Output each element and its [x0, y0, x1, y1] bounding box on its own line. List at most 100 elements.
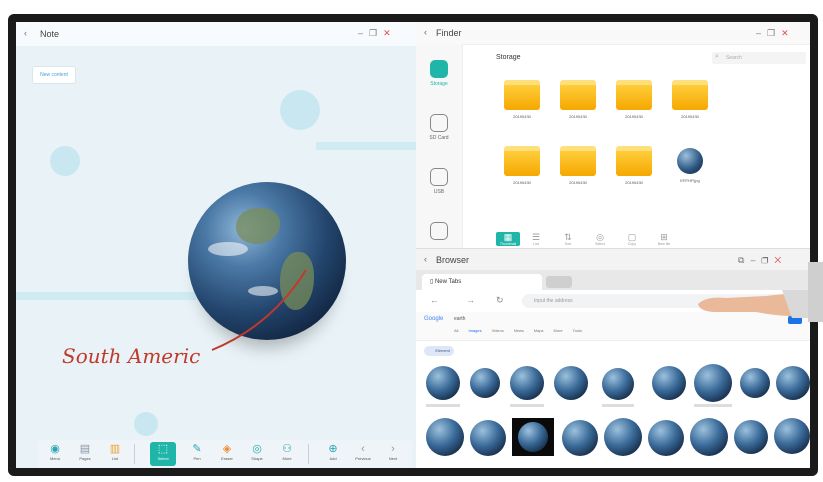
- sidebar-item-storage[interactable]: Storage: [422, 60, 456, 87]
- close-icon[interactable]: ✕: [383, 28, 397, 38]
- image-result[interactable]: [426, 418, 464, 456]
- search-tab-all[interactable]: All: [454, 328, 458, 333]
- image-result[interactable]: [510, 366, 544, 400]
- browser-tab[interactable]: ▯ New Tabs: [422, 274, 542, 290]
- window-controls: –❐✕: [358, 28, 397, 39]
- tool-label: Copy: [627, 242, 637, 246]
- image-result[interactable]: [554, 366, 588, 400]
- image-result[interactable]: [470, 368, 500, 398]
- add-page-button[interactable]: ⊕ Add: [320, 442, 346, 466]
- breadcrumb[interactable]: Storage: [496, 54, 521, 61]
- display-bezel: ‹ Note –❐✕ New content South Americ ◉ Men…: [8, 14, 818, 476]
- image-result-globe: [518, 422, 548, 452]
- image-result[interactable]: [734, 420, 768, 454]
- folder-item[interactable]: 20190430: [668, 80, 712, 119]
- tool-label: Pen: [193, 456, 201, 461]
- search-tab-news[interactable]: News: [514, 328, 524, 333]
- image-result[interactable]: [740, 368, 770, 398]
- note-titlebar: ‹ Note –❐✕: [16, 22, 416, 46]
- search-input[interactable]: Search: [712, 52, 806, 64]
- back-icon[interactable]: ‹: [424, 254, 427, 264]
- folder-item[interactable]: 20190430: [500, 80, 544, 119]
- tool-label: Sort: [564, 242, 572, 246]
- image-result[interactable]: [690, 418, 728, 456]
- image-result[interactable]: [776, 366, 810, 400]
- list-icon: ☰: [531, 232, 541, 242]
- tool-label: New file: [657, 242, 671, 246]
- folder-item[interactable]: 20190430: [556, 80, 600, 119]
- image-file-item[interactable]: ERTHP.jpg: [668, 146, 712, 183]
- restore-icon[interactable]: ❐: [767, 28, 781, 38]
- menu-button[interactable]: ◉ Menu: [42, 442, 68, 466]
- minimize-icon[interactable]: –: [750, 255, 761, 265]
- image-caption: [694, 404, 732, 407]
- new-content-button[interactable]: New content: [32, 66, 76, 84]
- image-result[interactable]: [774, 418, 810, 454]
- image-result[interactable]: [652, 366, 686, 400]
- folder-item[interactable]: 20190430: [500, 146, 544, 185]
- next-page-button[interactable]: › Next: [380, 442, 406, 466]
- back-arrow-icon[interactable]: ←: [430, 295, 439, 305]
- thumbnail-view-button[interactable]: ▦ Thumbnail: [496, 232, 520, 246]
- copy-button[interactable]: ▢ Copy: [620, 232, 644, 246]
- close-icon[interactable]: ✕: [774, 255, 787, 265]
- window-title: Browser: [436, 255, 470, 265]
- pen-button[interactable]: ✎ Pen: [184, 442, 210, 466]
- previous-page-button[interactable]: ‹ Previous: [350, 442, 376, 466]
- restore-icon[interactable]: ❐: [761, 255, 774, 265]
- image-result[interactable]: [562, 420, 598, 456]
- folder-item[interactable]: 20190430: [612, 146, 656, 185]
- more-button[interactable]: ⚇ More: [274, 442, 300, 466]
- close-icon[interactable]: ✕: [781, 28, 795, 38]
- search-engine-logo[interactable]: Google: [424, 316, 443, 322]
- new-tab-button[interactable]: [546, 276, 572, 288]
- image-result[interactable]: [602, 368, 634, 400]
- back-icon[interactable]: ‹: [24, 28, 27, 38]
- search-tab-videos[interactable]: Videos: [492, 328, 504, 333]
- folder-item[interactable]: 20190430: [612, 80, 656, 119]
- tool-label: List: [111, 456, 119, 461]
- image-result[interactable]: [648, 420, 684, 456]
- list-button[interactable]: ▥ List: [102, 442, 128, 466]
- list-view-button[interactable]: ☰ List: [524, 232, 548, 246]
- image-result[interactable]: [426, 366, 460, 400]
- new-file-button[interactable]: ⊞ New file: [652, 232, 676, 246]
- search-query[interactable]: earth: [454, 316, 465, 322]
- pages-button[interactable]: ▤ Pages: [72, 442, 98, 466]
- image-result[interactable]: [604, 418, 642, 456]
- decor-line: [16, 292, 196, 300]
- reload-icon[interactable]: ↻: [496, 295, 504, 306]
- screenshot-icon[interactable]: ⧉: [738, 255, 750, 265]
- sidebar-item-usb[interactable]: USB: [422, 168, 456, 195]
- tool-label: Previous: [355, 456, 371, 461]
- filter-chip[interactable]: Element: [424, 346, 454, 356]
- image-result[interactable]: [694, 364, 732, 402]
- folder-icon: [672, 80, 708, 110]
- minimize-icon[interactable]: –: [756, 28, 767, 38]
- back-icon[interactable]: ‹: [424, 27, 427, 37]
- image-result[interactable]: [470, 420, 506, 456]
- shape-button[interactable]: ◎ Shape: [244, 442, 270, 466]
- search-tab-more[interactable]: More: [554, 328, 563, 333]
- sidebar-item-printer[interactable]: [422, 222, 456, 240]
- restore-icon[interactable]: ❐: [369, 28, 383, 38]
- minimize-icon[interactable]: –: [358, 28, 369, 38]
- tool-label: Select: [595, 242, 605, 246]
- sidebar-item-sd-card[interactable]: SD Card: [422, 114, 456, 141]
- copy-icon: ▢: [627, 232, 637, 242]
- tool-label: Thumbnail: [499, 242, 517, 246]
- circle-icon: ◉: [50, 443, 60, 455]
- more-icon: ⚇: [282, 443, 292, 455]
- search-tab-maps[interactable]: Maps: [534, 328, 544, 333]
- item-label: 20190430: [513, 180, 531, 185]
- folder-item[interactable]: 20190430: [556, 146, 600, 185]
- sort-button[interactable]: ⇅ Sort: [556, 232, 580, 246]
- search-tab-images[interactable]: Images: [468, 328, 481, 333]
- eraser-button[interactable]: ◈ Eraser: [214, 442, 240, 466]
- forward-arrow-icon[interactable]: →: [466, 295, 475, 305]
- image-result[interactable]: [512, 418, 554, 456]
- search-tab-tools[interactable]: Tools: [573, 328, 582, 333]
- select-button[interactable]: ⬚ Select: [150, 442, 176, 466]
- item-label: 20190430: [569, 180, 587, 185]
- select-button[interactable]: ◎ Select: [588, 232, 612, 246]
